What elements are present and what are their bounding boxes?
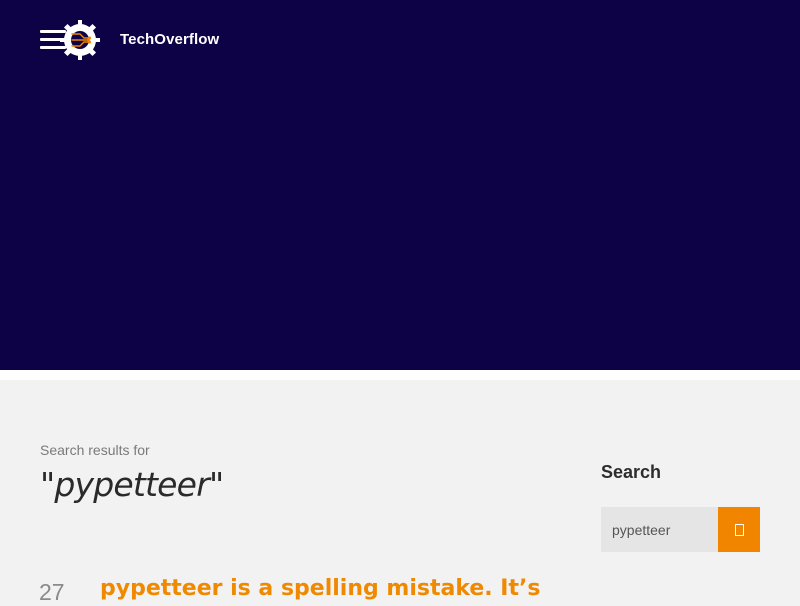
search-submit-button[interactable]	[718, 507, 760, 552]
post-date-day: 27	[39, 579, 65, 605]
site-title[interactable]: TechOverflow	[120, 30, 219, 50]
search-input[interactable]	[601, 507, 718, 552]
post-title-link[interactable]: pypetteer is a spelling mistake. It’s	[100, 573, 540, 605]
sidebar-search-title: Search	[601, 462, 662, 482]
search-query: "pypetteer"	[40, 465, 224, 504]
search-results-label: Search results for	[40, 442, 150, 458]
section-divider	[0, 370, 800, 380]
search-glyph-icon	[734, 523, 744, 536]
logo-icon	[60, 20, 100, 60]
site-header: TechOverflow	[0, 0, 800, 80]
